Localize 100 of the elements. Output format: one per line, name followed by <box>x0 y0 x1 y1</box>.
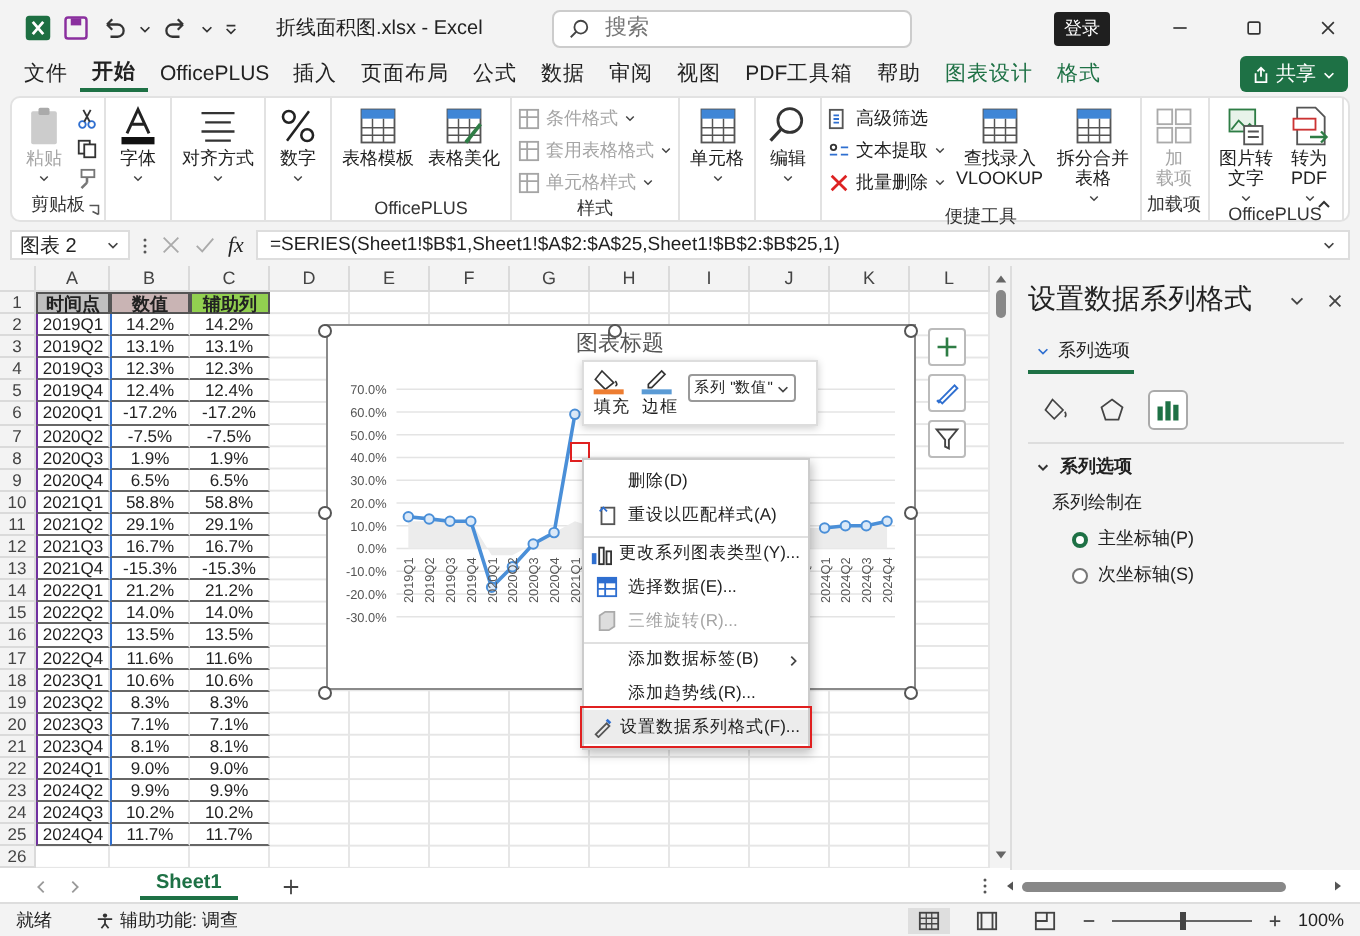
zoom-in-icon[interactable] <box>1267 913 1282 927</box>
menu-item[interactable]: 添加数据标签(B) <box>584 642 808 676</box>
caret-icon[interactable] <box>200 21 214 35</box>
row-header[interactable]: 17 <box>0 647 36 670</box>
maximize-icon[interactable] <box>1244 18 1264 38</box>
undo-icon[interactable] <box>100 14 128 42</box>
menu-tab[interactable]: 开始 <box>80 56 148 92</box>
scissors-icon[interactable] <box>76 108 98 130</box>
ribbon-button[interactable]: 编辑 <box>762 104 814 184</box>
caret-icon[interactable] <box>138 21 152 35</box>
login-button[interactable]: 登录 <box>1054 11 1110 45</box>
add-icon[interactable] <box>928 328 966 366</box>
row-header[interactable]: 6 <box>0 402 36 426</box>
sheet-tab[interactable]: Sheet1 <box>140 872 238 900</box>
ribbon-button[interactable]: 查找录入 VLOOKUP <box>952 104 1048 190</box>
column-header[interactable]: I <box>670 266 750 292</box>
row-header[interactable]: 23 <box>0 780 36 803</box>
filter-icon[interactable] <box>928 420 966 458</box>
resize-handle[interactable] <box>318 506 332 520</box>
formula-field[interactable]: =SERIES(Sheet1!$B$1,Sheet1!$A$2:$A$25,Sheet1!$B$2:$B$25,1) <box>255 230 1350 260</box>
launcher-icon[interactable] <box>88 204 100 216</box>
pane-tab[interactable]: 系列选项 <box>1028 338 1134 374</box>
menu-tab[interactable]: PDF工具箱 <box>733 58 866 90</box>
section-header[interactable]: 系列选项 <box>1036 454 1336 480</box>
row-header[interactable]: 9 <box>0 469 36 492</box>
menu-item[interactable]: 添加趋势线(R)... <box>584 676 808 710</box>
brush-icon[interactable] <box>928 374 966 412</box>
add-sheet-icon[interactable] <box>281 877 300 895</box>
redo-icon[interactable] <box>162 14 190 42</box>
column-header[interactable]: B <box>110 266 190 292</box>
row-header[interactable]: 18 <box>0 669 36 692</box>
more-icon[interactable] <box>142 235 148 255</box>
row-header[interactable]: 21 <box>0 735 36 758</box>
ribbon-button[interactable]: 批量删除 <box>828 168 946 196</box>
menu-tab[interactable]: 文件 <box>12 58 80 90</box>
insert-function-button[interactable]: fx <box>228 233 244 257</box>
menu-tab[interactable]: 帮助 <box>865 58 934 90</box>
ribbon-button[interactable]: 单元格 <box>686 104 748 184</box>
row-header[interactable]: 11 <box>0 513 36 537</box>
row-header[interactable]: 10 <box>0 491 36 514</box>
row-header[interactable]: 12 <box>0 536 36 559</box>
chevron-left-icon[interactable] <box>32 877 50 895</box>
ribbon-button[interactable]: 表格美化 <box>424 104 504 170</box>
menu-item[interactable]: 重设以匹配样式(A) <box>584 498 808 532</box>
radio-option[interactable]: 主坐标轴(P) <box>1072 526 1336 552</box>
copy-icon[interactable] <box>76 138 98 160</box>
close-icon[interactable] <box>1318 18 1338 38</box>
column-header[interactable]: K <box>830 266 910 292</box>
ribbon-button[interactable]: 转为 PDF <box>1283 104 1336 204</box>
series-options-tab[interactable] <box>1148 390 1188 430</box>
check-icon[interactable] <box>194 234 216 256</box>
radio-option[interactable]: 次坐标轴(S) <box>1072 562 1336 588</box>
search-field[interactable]: 搜索 <box>552 9 913 47</box>
resize-handle[interactable] <box>904 686 918 700</box>
row-header[interactable]: 14 <box>0 580 36 603</box>
row-header[interactable]: 13 <box>0 558 36 581</box>
menu-tab[interactable]: OfficePLUS <box>148 60 282 88</box>
more-icon[interactable] <box>982 876 988 896</box>
ribbon-button[interactable]: 字体 <box>112 104 164 184</box>
ribbon-button[interactable]: 图片转 文字 <box>1215 104 1278 204</box>
row-header[interactable]: 4 <box>0 358 36 381</box>
scroll-up-icon[interactable] <box>993 272 1007 286</box>
row-header[interactable]: 22 <box>0 757 36 781</box>
resize-handle[interactable] <box>904 324 918 338</box>
ribbon-button[interactable]: 表格模板 <box>338 104 418 170</box>
column-header[interactable]: C <box>190 266 270 292</box>
slider-thumb[interactable] <box>1179 911 1186 929</box>
zoom-level[interactable]: 100% <box>1297 910 1344 930</box>
menu-tab[interactable]: 数据 <box>529 58 598 90</box>
column-header[interactable]: G <box>510 266 590 292</box>
menu-item[interactable]: 删除(D) <box>584 464 808 498</box>
row-header[interactable]: 20 <box>0 713 36 736</box>
share-button[interactable]: 共享 <box>1240 56 1348 92</box>
horizontal-scrollbar[interactable] <box>1004 880 1344 892</box>
chevron-right-icon[interactable] <box>66 877 84 895</box>
menu-item[interactable]: 选择数据(E)... <box>584 570 808 604</box>
row-header[interactable]: 25 <box>0 824 36 847</box>
column-header[interactable]: H <box>590 266 670 292</box>
menu-item[interactable]: 设置数据系列格式(F)... <box>584 710 808 744</box>
menu-tab[interactable]: 视图 <box>665 58 734 90</box>
resize-handle[interactable] <box>904 506 918 520</box>
ribbon-button[interactable]: 拆分合并 表格 <box>1053 104 1134 204</box>
row-header[interactable]: 3 <box>0 336 36 359</box>
row-header[interactable]: 16 <box>0 624 36 647</box>
column-header[interactable]: F <box>430 266 510 292</box>
outline-button[interactable]: 边框 <box>640 366 680 420</box>
row-header[interactable]: 5 <box>0 380 36 403</box>
column-header[interactable]: A <box>36 266 110 292</box>
normal-view-button[interactable] <box>907 907 950 933</box>
row-header[interactable]: 2 <box>0 314 36 337</box>
menu-item[interactable]: 更改系列图表类型(Y)... <box>584 536 808 570</box>
menu-tab[interactable]: 页面布局 <box>349 58 462 90</box>
column-header[interactable]: E <box>350 266 430 292</box>
column-header[interactable]: D <box>270 266 350 292</box>
ribbon-button[interactable]: 数字 <box>272 104 324 184</box>
row-header[interactable]: 8 <box>0 447 36 470</box>
row-header[interactable]: 7 <box>0 425 36 448</box>
fill-button[interactable]: 填充 <box>592 366 632 420</box>
brush-icon[interactable] <box>76 168 98 190</box>
column-header[interactable]: J <box>750 266 830 292</box>
